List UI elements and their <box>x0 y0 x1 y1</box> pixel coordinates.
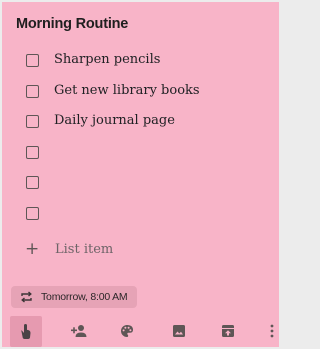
item-checkbox[interactable] <box>26 176 39 189</box>
checklist: Sharpen pencils Get new library books Da… <box>2 50 279 233</box>
plus-icon: + <box>25 239 40 259</box>
collaborator-icon <box>70 324 88 338</box>
item-checkbox[interactable] <box>26 84 39 98</box>
list-item: Sharpen pencils <box>2 50 279 81</box>
collaborator-button[interactable] <box>68 320 90 342</box>
add-image-button[interactable] <box>168 320 190 342</box>
reminder-chip[interactable]: Tomorrow, 8:00 AM <box>11 286 138 308</box>
list-item <box>2 172 279 203</box>
more-icon <box>270 324 274 338</box>
list-item <box>2 203 279 234</box>
item-checkbox[interactable] <box>26 54 39 67</box>
note-title[interactable]: Morning Routine <box>16 16 128 32</box>
repeat-icon <box>19 291 33 303</box>
item-checkbox[interactable] <box>26 115 39 128</box>
archive-button[interactable] <box>217 320 239 342</box>
remind-me-icon <box>18 323 34 341</box>
add-list-item-label: List item <box>55 242 114 257</box>
palette-icon <box>120 324 134 338</box>
item-checkbox[interactable] <box>26 206 39 220</box>
note-card[interactable]: Morning Routine Sharpen pencils Get new … <box>2 2 279 347</box>
list-item-text[interactable]: Sharpen pencils <box>54 52 160 67</box>
image-icon <box>172 324 186 338</box>
note-toolbar <box>2 316 279 347</box>
list-item: Get new library books <box>2 81 279 112</box>
add-list-item[interactable]: + List item <box>2 241 279 263</box>
list-item <box>2 142 279 173</box>
list-item: Daily journal page <box>2 111 279 142</box>
item-checkbox[interactable] <box>26 145 39 159</box>
list-item-text[interactable]: Get new library books <box>54 83 200 98</box>
list-item-text[interactable]: Daily journal page <box>54 113 175 128</box>
archive-icon <box>221 324 235 338</box>
more-options-button[interactable] <box>266 320 278 342</box>
background-options-button[interactable] <box>116 320 138 342</box>
remind-me-button[interactable] <box>10 316 42 347</box>
reminder-label: Tomorrow, 8:00 AM <box>41 291 128 303</box>
